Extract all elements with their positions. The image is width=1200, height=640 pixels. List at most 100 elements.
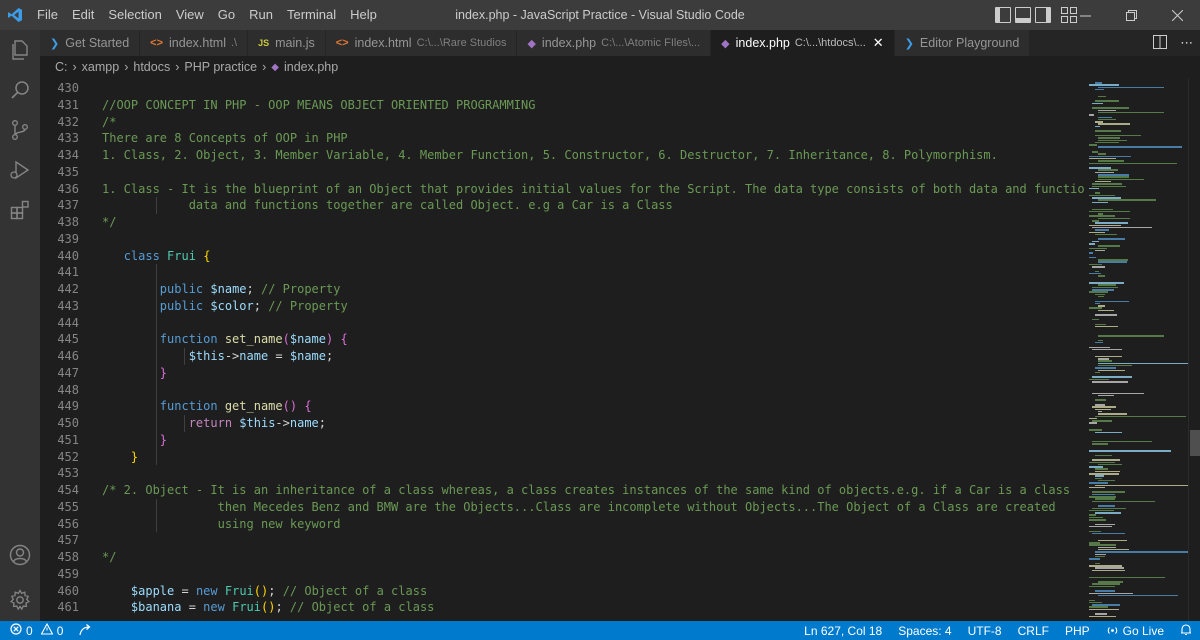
tab-index-php-active[interactable]: ◆ index.php C:\...\htdocs\... ✕ (711, 30, 895, 56)
extensions-icon[interactable] (0, 190, 40, 230)
minimap-line (1098, 546, 1117, 549)
code-line[interactable]: 442 public $name; // Property (40, 281, 1085, 298)
code-line[interactable]: 452 } (40, 449, 1085, 466)
minimap-line (1092, 183, 1123, 185)
code-line[interactable]: 441 (40, 264, 1085, 281)
language-mode[interactable]: PHP (1057, 624, 1098, 638)
more-actions-icon[interactable]: ⋯ (1180, 35, 1193, 51)
toggle-panel-icon[interactable] (1015, 7, 1031, 23)
code-line[interactable]: 444 (40, 315, 1085, 332)
tab-editor-playground[interactable]: ❯ Editor Playground (894, 30, 1031, 56)
code-line[interactable]: 450 return $this->name; (40, 415, 1085, 432)
code-line[interactable]: 457 (40, 532, 1085, 549)
code-line[interactable]: 434 1. Class, 2. Object, 3. Member Variab… (40, 147, 1085, 164)
breadcrumb-drive[interactable]: C: (55, 60, 68, 74)
menu-bar: File Edit Selection View Go Run Terminal… (30, 0, 384, 30)
search-icon[interactable] (0, 70, 40, 110)
live-share-icon[interactable] (79, 623, 92, 639)
minimap-line (1098, 479, 1115, 482)
code-line[interactable]: 433 There are 8 Concepts of OOP in PHP (40, 130, 1085, 147)
minimap-line (1089, 544, 1116, 546)
toggle-sidebar-icon[interactable] (995, 7, 1011, 23)
close-tab-icon[interactable]: ✕ (873, 35, 884, 51)
code-line[interactable]: 440 class Frui { (40, 248, 1085, 265)
code-line[interactable]: 448 (40, 382, 1085, 399)
cursor-position[interactable]: Ln 627, Col 18 (796, 624, 890, 638)
breadcrumb-php-practice[interactable]: PHP practice (184, 60, 257, 74)
code-token: There are 8 Concepts of OOP in PHP (102, 131, 348, 146)
restore-button[interactable] (1108, 0, 1154, 30)
code-line[interactable]: 460 $apple = new Frui(); // Object of a … (40, 583, 1085, 600)
accounts-icon[interactable] (0, 535, 40, 575)
go-live-button[interactable]: Go Live (1098, 624, 1172, 638)
code-line[interactable]: 446 $this->name = $name; (40, 348, 1085, 365)
explorer-icon[interactable] (0, 30, 40, 70)
code-line[interactable]: 437 data and functions together are call… (40, 197, 1085, 214)
close-window-button[interactable] (1154, 0, 1200, 30)
encoding[interactable]: UTF-8 (960, 624, 1010, 638)
menu-edit[interactable]: Edit (65, 0, 101, 30)
run-debug-icon[interactable] (0, 150, 40, 190)
code-line[interactable]: 435 (40, 164, 1085, 181)
code-line[interactable]: 456 using new keyword (40, 516, 1085, 533)
code-line[interactable]: 454 /* 2. Object - It is an inheritance o… (40, 482, 1085, 499)
minimap-line (1089, 162, 1177, 164)
minimap-line (1089, 486, 1105, 489)
minimap-line (1089, 530, 1101, 532)
code-line[interactable]: 458 */ (40, 549, 1085, 566)
code-line[interactable]: 438 */ (40, 214, 1085, 231)
source-control-icon[interactable] (0, 110, 40, 150)
code-line[interactable]: 447 } (40, 365, 1085, 382)
code-line[interactable]: 451 } (40, 432, 1085, 449)
settings-gear-icon[interactable] (0, 580, 40, 620)
code-line[interactable]: 436 1. Class - It is the blueprint of an … (40, 181, 1085, 198)
breadcrumb: C: › xampp › htdocs › PHP practice › ◆ i… (40, 56, 1200, 78)
menu-view[interactable]: View (169, 0, 211, 30)
minimize-button[interactable] (1062, 0, 1108, 30)
minimap-line (1095, 270, 1100, 273)
code-line[interactable]: 455 then Mecedes Benz and BMW are the Ob… (40, 499, 1085, 516)
menu-terminal[interactable]: Terminal (280, 0, 343, 30)
tab-index-html-rare-studios[interactable]: <> index.html C:\...\Rare Studios (325, 30, 518, 56)
code-token: new (195, 583, 218, 598)
code-line[interactable]: 430 (40, 80, 1085, 97)
code-editor[interactable]: 430 431 //OOP CONCEPT IN PHP - OOP MEANS O… (40, 78, 1085, 621)
minimap[interactable] (1085, 78, 1188, 621)
minimap-line (1095, 314, 1117, 316)
code-line[interactable]: 461 $banana = new Frui(); // Object of a… (40, 599, 1085, 616)
indentation[interactable]: Spaces: 4 (890, 624, 959, 638)
breadcrumb-htdocs[interactable]: htdocs (133, 60, 170, 74)
notifications-icon[interactable] (1172, 623, 1200, 639)
menu-file[interactable]: File (30, 0, 65, 30)
vertical-scrollbar[interactable] (1188, 78, 1200, 621)
tab-index-php-atomic[interactable]: ◆ index.php C:\...\Atomic FIles\... (517, 30, 712, 56)
tab-index-html[interactable]: <> index.html .\ (140, 30, 249, 56)
toggle-secondary-sidebar-icon[interactable] (1035, 7, 1051, 23)
split-editor-icon[interactable] (1152, 34, 1167, 52)
tab-main-js[interactable]: JS main.js (248, 30, 326, 56)
code-line[interactable]: 453 (40, 465, 1085, 482)
line-number: 453 (57, 466, 79, 481)
code-line[interactable]: 432 /* (40, 114, 1085, 131)
tab-get-started[interactable]: ❯ Get Started (40, 30, 141, 56)
breadcrumb-file[interactable]: index.php (284, 60, 338, 74)
menu-run[interactable]: Run (242, 0, 280, 30)
code-token: ; (326, 349, 334, 363)
code-line[interactable]: 443 public $color; // Property (40, 298, 1085, 315)
breadcrumb-xampp[interactable]: xampp (82, 60, 120, 74)
scrollbar-thumb[interactable] (1190, 430, 1200, 456)
end-of-line[interactable]: CRLF (1010, 624, 1057, 638)
minimap-line (1089, 252, 1093, 254)
html-icon: <> (150, 37, 164, 49)
menu-go[interactable]: Go (211, 0, 242, 30)
code-line[interactable]: 439 (40, 231, 1085, 248)
minimap-line (1089, 210, 1131, 213)
menu-selection[interactable]: Selection (101, 0, 168, 30)
code-line[interactable]: 459 (40, 566, 1085, 583)
code-line[interactable]: 445 function set_name($name) { (40, 331, 1085, 348)
code-line[interactable]: 431 //OOP CONCEPT IN PHP - OOP MEANS OBJE… (40, 97, 1085, 114)
code-line[interactable]: 449 function get_name() { (40, 398, 1085, 415)
problems-indicator[interactable]: 0 0 (0, 622, 92, 639)
